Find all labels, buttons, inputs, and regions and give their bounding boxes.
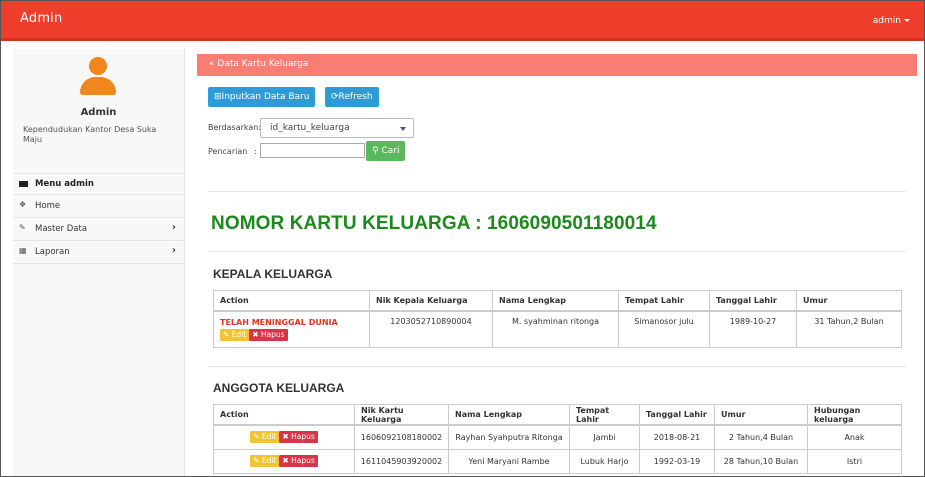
divider <box>208 251 906 252</box>
profile-org: Kependudukan Kantor Desa Suka Maju <box>23 125 157 144</box>
sidebar: Admin Kependudukan Kantor Desa Suka Maju… <box>13 49 185 476</box>
home-icon: ❖ <box>19 200 27 209</box>
search-label: Pencarian <box>208 147 248 156</box>
user-menu[interactable]: admin <box>873 16 910 26</box>
hubungan-cell: Istri <box>807 448 902 474</box>
nama-cell: M. syahminan ritonga <box>492 310 619 348</box>
column-header: Nik Kepala Keluarga <box>369 290 493 312</box>
double-chevron-left-icon: « <box>209 59 215 69</box>
column-header: Tanggal Lahir <box>709 290 797 312</box>
column-header: Nama Lengkap <box>492 290 619 312</box>
delete-button[interactable]: ✖ Hapus <box>249 328 288 341</box>
table-header-row: Action Nik Kepala Keluarga Nama Lengkap … <box>213 290 902 312</box>
divider <box>208 366 906 367</box>
divider <box>208 191 906 192</box>
table-header-row: Action Nik Kartu Keluarga Nama Lengkap T… <box>213 404 902 426</box>
close-icon: ✖ <box>282 432 289 442</box>
search-input[interactable] <box>260 143 365 158</box>
edit-icon: ✎ <box>19 223 26 232</box>
edit-button[interactable]: ✎ Edit <box>250 431 280 444</box>
search-button[interactable]: ⚲ Cari <box>366 141 406 161</box>
nik-cell: 1203052710890004 <box>369 310 493 348</box>
edit-icon: ✎ <box>253 456 260 465</box>
table-row: TELAH MENINGGAL DUNIA ✎ Edit ✖ Hapus 1203… <box>213 310 902 348</box>
sidebar-item-laporan[interactable]: ▦ Laporan › <box>13 241 184 264</box>
nama-cell: Rayhan Syahputra Ritonga <box>448 424 570 450</box>
caret-down-icon <box>904 19 910 22</box>
calendar-icon: ▦ <box>19 246 27 255</box>
search-icon: ⚲ <box>372 146 379 156</box>
kk-number-title: NOMOR KARTU KELUARGA : 1606090501180014 <box>211 213 657 234</box>
column-header: Action <box>213 404 355 426</box>
chevron-right-icon: › <box>171 222 176 233</box>
brand-logo[interactable]: Admin <box>20 11 62 26</box>
refresh-icon: ⟳ <box>331 92 339 102</box>
refresh-button[interactable]: ⟳Refresh <box>325 87 379 107</box>
hamburger-icon <box>19 181 28 187</box>
column-header: Tanggal Lahir <box>639 404 715 426</box>
add-data-button[interactable]: ⊞Inputkan Data Baru <box>208 87 316 107</box>
close-icon: ✖ <box>252 329 259 339</box>
sidebar-item-label: Home <box>35 201 61 211</box>
sidebar-item-label: Master Data <box>35 224 88 234</box>
panel-title: Data Kartu Keluarga <box>217 59 309 69</box>
chevron-right-icon: › <box>171 245 176 256</box>
sidebar-item-label: Laporan <box>35 247 70 257</box>
column-header: Hubungan keluarga <box>807 404 902 426</box>
table-row: ✎ Edit ✖ Hapus 1606092108180002 Rayhan Sy… <box>213 424 902 450</box>
tanggal-cell: 2018-08-21 <box>639 424 715 450</box>
menu-header-label: Menu admin <box>35 179 94 189</box>
delete-button[interactable]: ✖ Hapus <box>279 431 318 444</box>
chevron-down-icon <box>400 127 406 131</box>
tempat-cell: Lubuk Harjo <box>569 448 640 474</box>
plus-square-icon: ⊞ <box>214 92 222 102</box>
sidebar-item-home[interactable]: ❖ Home <box>13 195 184 218</box>
edit-icon: ✎ <box>253 432 260 442</box>
edit-button[interactable]: ✎ Edit <box>250 455 280 467</box>
hubungan-cell: Anak <box>807 424 902 450</box>
column-header: Nik Kartu Keluarga <box>354 404 449 426</box>
status-badge: TELAH MENINGGAL DUNIA <box>220 317 338 327</box>
nik-cell: 1606092108180002 <box>354 424 449 450</box>
close-icon: ✖ <box>282 456 289 465</box>
menu-header: Menu admin <box>13 173 184 195</box>
column-header: Action <box>213 290 370 312</box>
column-header: Umur <box>796 290 902 312</box>
kepala-keluarga-table: Action Nik Kepala Keluarga Nama Lengkap … <box>213 290 902 348</box>
kepala-keluarga-title: KEPALA KELUARGA <box>213 267 333 281</box>
action-cell: ✎ Edit ✖ Hapus <box>213 424 355 450</box>
top-navbar: Admin admin <box>1 1 924 41</box>
delete-button[interactable]: ✖ Hapus <box>279 455 318 467</box>
profile-name: Admin <box>80 107 117 118</box>
anggota-keluarga-table: Action Nik Kartu Keluarga Nama Lengkap T… <box>213 404 902 474</box>
user-menu-label: admin <box>872 16 901 26</box>
nik-cell: 1611045903920002 <box>354 448 449 474</box>
column-header: Tempat Lahir <box>569 404 640 426</box>
search-colon: : <box>254 147 257 156</box>
table-row: ✎ Edit ✖ Hapus 1611045903920002 Yeni Mary… <box>213 448 902 474</box>
nama-cell: Yeni Maryani Rambe <box>448 448 570 474</box>
column-header: Umur <box>714 404 808 426</box>
tanggal-cell: 1992-03-19 <box>639 448 715 474</box>
filter-label: Berdasarkan: <box>208 123 262 132</box>
action-cell: ✎ Edit ✖ Hapus <box>213 448 355 474</box>
tanggal-cell: 1989-10-27 <box>709 310 797 348</box>
edit-button[interactable]: ✎ Edit <box>220 328 250 341</box>
filter-select[interactable]: id_kartu_keluarga <box>260 118 414 138</box>
tempat-cell: Simanosor julu <box>618 310 710 348</box>
column-header: Nama Lengkap <box>448 404 570 426</box>
panel-heading: « Data Kartu Keluarga <box>197 54 917 76</box>
action-cell: TELAH MENINGGAL DUNIA ✎ Edit ✖ Hapus <box>213 310 370 348</box>
anggota-keluarga-title: ANGGOTA KELUARGA <box>213 381 345 395</box>
filter-select-value: id_kartu_keluarga <box>270 123 350 133</box>
edit-icon: ✎ <box>223 329 230 339</box>
user-icon <box>80 57 116 95</box>
sidebar-item-master-data[interactable]: ✎ Master Data › <box>13 218 184 241</box>
umur-cell: 2 Tahun,4 Bulan <box>714 424 808 450</box>
column-header: Tempat Lahir <box>618 290 710 312</box>
tempat-cell: Jambi <box>569 424 640 450</box>
app-window: Admin admin Admin Kependudukan Kantor De… <box>0 0 925 477</box>
umur-cell: 28 Tahun,10 Bulan <box>714 448 808 474</box>
umur-cell: 31 Tahun,2 Bulan <box>796 310 902 348</box>
